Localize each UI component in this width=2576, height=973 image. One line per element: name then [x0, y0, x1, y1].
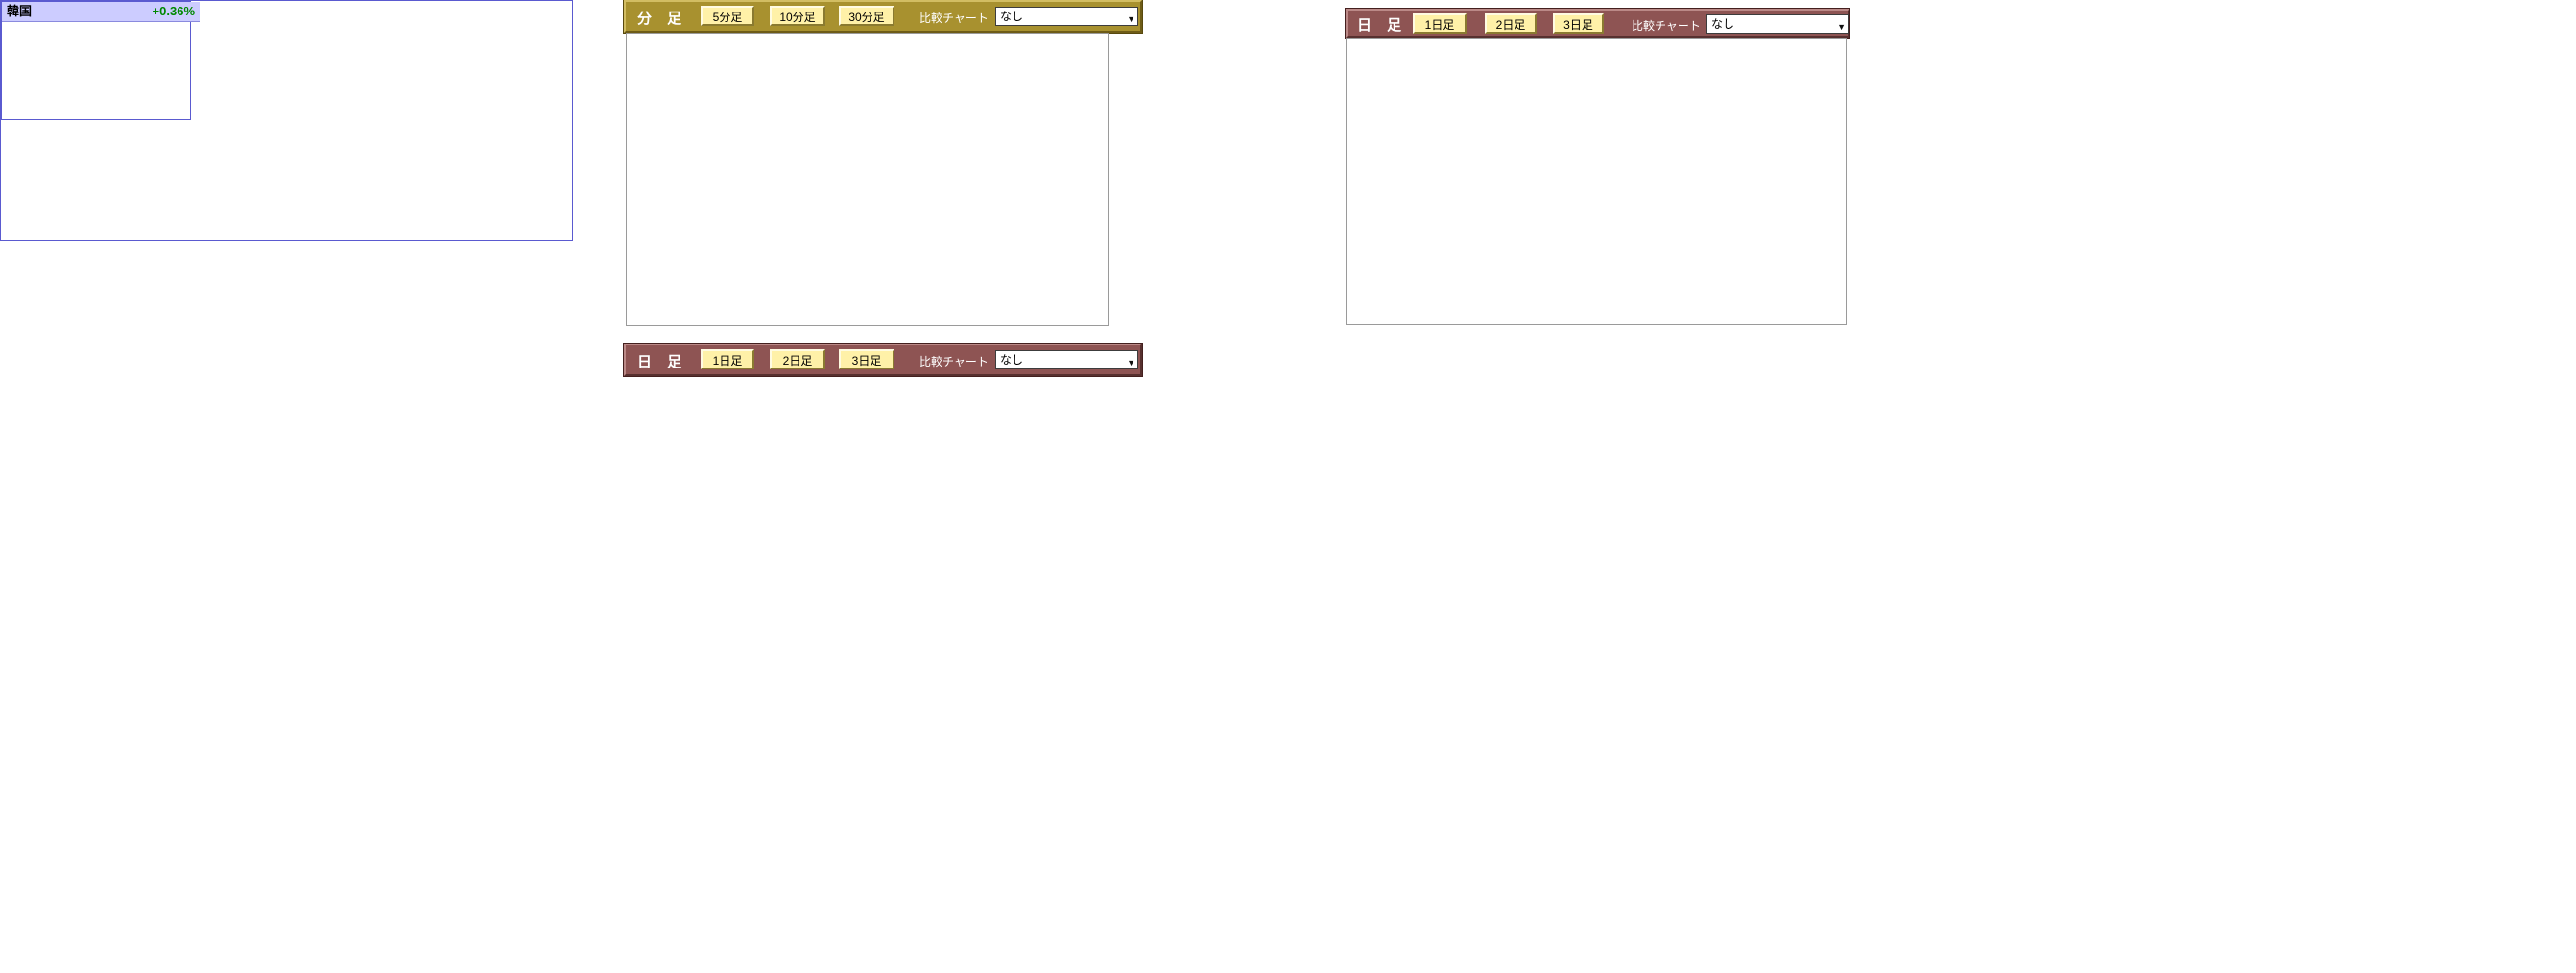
- tab-30min[interactable]: 30分足: [839, 6, 894, 26]
- tab-3day[interactable]: 3日足: [839, 349, 894, 369]
- tab-2day[interactable]: 2日足: [1485, 13, 1537, 34]
- minute-chart-area[interactable]: [626, 33, 1109, 326]
- tab-3day[interactable]: 3日足: [1553, 13, 1604, 34]
- minute-tabbar: 分 足 5分足 10分足 30分足 比較チャート なし ▼: [624, 0, 1142, 33]
- compare-chart-select[interactable]: なし ▼: [995, 350, 1138, 369]
- tab-10min[interactable]: 10分足: [770, 6, 825, 26]
- market-title: 韓国: [7, 2, 32, 21]
- compare-chart-value: なし: [1711, 17, 1734, 31]
- day-tabbar-panel: 日 足 1日足 2日足 3日足 比較チャート なし ▼: [624, 344, 1205, 378]
- market-change-pct: +0.36%: [153, 2, 195, 21]
- compare-chart-select[interactable]: なし ▼: [995, 7, 1138, 26]
- compare-chart-label: 比較チャート: [919, 10, 989, 26]
- compare-chart-value: なし: [1000, 353, 1023, 367]
- chevron-down-icon: ▼: [1127, 11, 1135, 28]
- compare-chart-label: 比較チャート: [1632, 17, 1701, 34]
- compare-chart-select[interactable]: なし ▼: [1706, 14, 1849, 34]
- daily-chart-panel: 日 足 1日足 2日足 3日足 比較チャート なし ▼: [1346, 9, 1914, 350]
- market-cell-header: 韓国 +0.36%: [2, 2, 200, 22]
- trading-dashboard: 韓国 +0.36% 分 足 5分足 10分足 30分足 比較チャート なし ▼ 日…: [0, 0, 2576, 973]
- day-tabbar: 日 足 1日足 2日足 3日足 比較チャート なし ▼: [624, 344, 1142, 376]
- compare-chart-label: 比較チャート: [919, 353, 989, 369]
- minute-tabbar-title: 分 足: [637, 8, 687, 28]
- day-tabbar-title: 日 足: [637, 351, 687, 371]
- tab-2day[interactable]: 2日足: [770, 349, 825, 369]
- minute-chart-panel: 分 足 5分足 10分足 30分足 比較チャート なし ▼: [624, 0, 1205, 342]
- chevron-down-icon: ▼: [1127, 354, 1135, 371]
- technical-charts-row: [0, 398, 2576, 973]
- daily-tabbar-title: 日 足: [1357, 14, 1407, 35]
- chevron-down-icon: ▼: [1837, 18, 1846, 36]
- tab-1day[interactable]: 1日足: [701, 349, 754, 369]
- tab-5min[interactable]: 5分足: [701, 6, 754, 26]
- daily-chart-area[interactable]: [1346, 38, 1847, 325]
- market-cell-^KS11[interactable]: 韓国+0.36%: [1, 1, 191, 120]
- daily-tabbar: 日 足 1日足 2日足 3日足 比較チャート なし ▼: [1346, 9, 1849, 38]
- compare-chart-value: なし: [1000, 10, 1023, 23]
- tab-1day[interactable]: 1日足: [1413, 13, 1467, 34]
- world-indices-grid: 韓国 +0.36%: [0, 0, 573, 241]
